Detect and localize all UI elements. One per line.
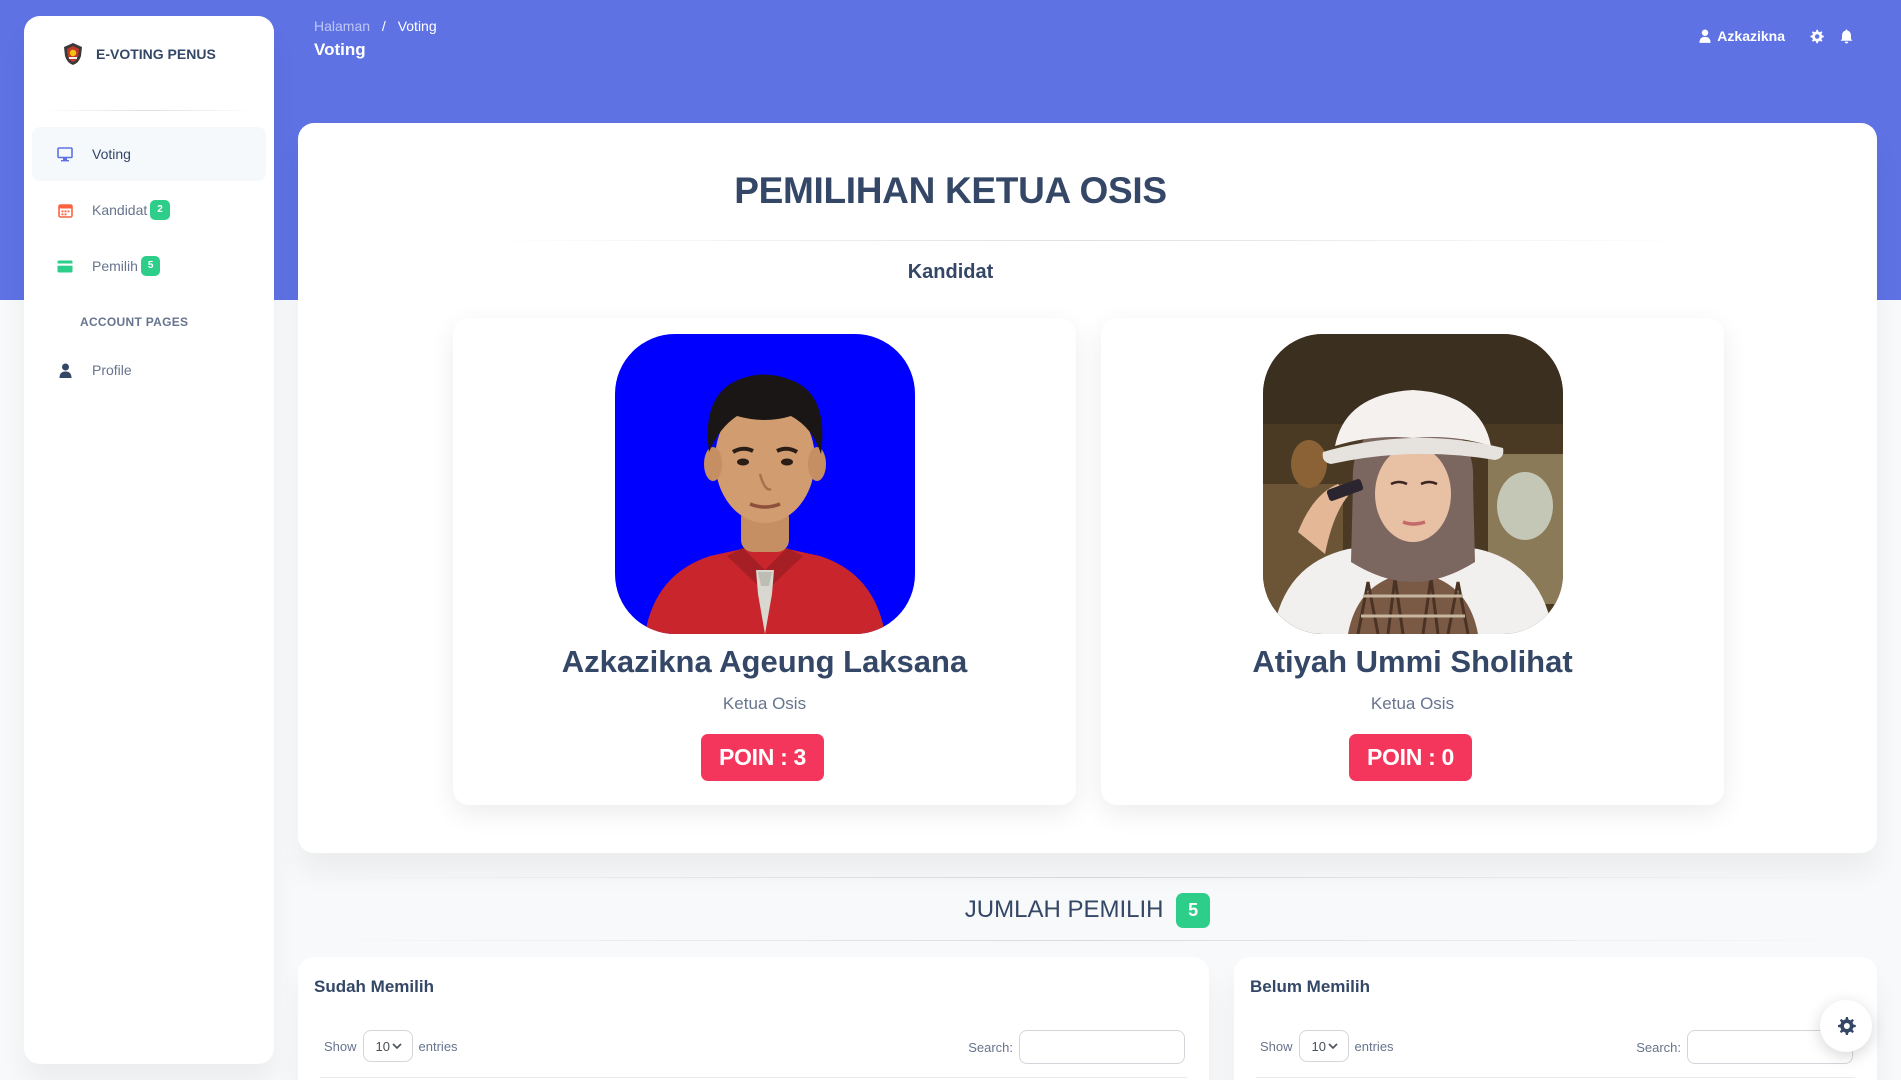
voters-title: JUMLAH PEMILIH: [964, 895, 1164, 923]
sidebar-item-profile[interactable]: Profile: [32, 343, 266, 397]
voters-divider-bottom: [298, 940, 1877, 941]
search-input[interactable]: [1019, 1030, 1185, 1064]
entries-select[interactable]: 10: [1298, 1030, 1349, 1062]
emblem-icon: [64, 43, 82, 65]
candidate-points-badge: POIN : 3: [701, 734, 824, 781]
user-icon: [56, 361, 74, 379]
search-label: Search:: [968, 1039, 1013, 1055]
table-title: Belum Memilih: [1250, 977, 1370, 996]
settings-fab-button[interactable]: [1820, 1000, 1872, 1052]
candidate-card-2[interactable]: Atiyah Ummi Sholihat Ketua Osis POIN : 0: [1101, 318, 1724, 805]
breadcrumb: Halaman / Voting: [314, 18, 437, 34]
breadcrumb-item-halaman[interactable]: Halaman: [314, 18, 370, 34]
entries-label: entries: [1354, 1038, 1394, 1054]
search-label: Search:: [1636, 1039, 1681, 1055]
candidate-name: Azkazikna Ageung Laksana: [561, 644, 968, 679]
sidebar-item-label: Voting: [92, 146, 131, 162]
show-label: Show: [1260, 1038, 1293, 1054]
sidebar-item-label: Profile: [92, 362, 132, 378]
gear-icon[interactable]: [1809, 29, 1824, 44]
entries-length-control: Show 10 entries: [324, 1030, 458, 1062]
search-control: Search:: [968, 1030, 1185, 1064]
candidate-photo: [615, 334, 915, 634]
brand-name: E-VOTING PENUS: [96, 46, 216, 62]
search-control: Search:: [1636, 1030, 1853, 1064]
user-icon: [1699, 29, 1711, 43]
table-header-line: [1256, 1077, 1855, 1078]
entries-length-control: Show 10 entries: [1260, 1030, 1394, 1062]
table-title: Sudah Memilih: [314, 977, 434, 996]
breadcrumb-item-voting: Voting: [397, 18, 437, 34]
gear-icon: [1838, 1017, 1856, 1035]
chevron-down-icon: [1328, 1042, 1338, 1049]
title-divider: [480, 240, 1700, 241]
user-name: Azkazikna: [1717, 28, 1785, 44]
show-label: Show: [324, 1038, 357, 1054]
monitor-icon: [56, 145, 74, 163]
entries-label: entries: [418, 1038, 458, 1054]
account-pages-heading: ACCOUNT PAGES: [80, 315, 189, 329]
user-menu[interactable]: Azkazikna: [1699, 28, 1785, 44]
candidate-role: Ketua Osis: [1370, 694, 1455, 713]
candidate-role: Ketua Osis: [722, 694, 807, 713]
entries-select-value: 10: [375, 1038, 390, 1054]
candidate-card-1[interactable]: Azkazikna Ageung Laksana Ketua Osis POIN…: [453, 318, 1076, 805]
table-header-line: [320, 1077, 1187, 1078]
candidates-heading: Kandidat: [907, 261, 994, 283]
chevron-down-icon: [392, 1042, 402, 1049]
entries-select[interactable]: 10: [362, 1030, 413, 1062]
not-voted-table-card: Belum Memilih Show 10 entries Search:: [1234, 957, 1877, 1080]
brand[interactable]: E-VOTING PENUS: [24, 16, 274, 92]
bell-icon[interactable]: [1840, 29, 1853, 44]
candidate-points-badge: POIN : 0: [1349, 734, 1472, 781]
voted-table-card: Sudah Memilih Show 10 entries Search:: [298, 957, 1209, 1080]
page-title: Voting: [314, 40, 366, 59]
election-title: PEMILIHAN KETUA OSIS: [734, 170, 1167, 211]
header-actions: Azkazikna: [1699, 28, 1861, 44]
voters-heading: JUMLAH PEMILIH 5: [298, 893, 1877, 928]
candidate-name: Atiyah Ummi Sholihat: [1252, 644, 1573, 679]
sidebar-divider: [40, 110, 258, 111]
entries-select-value: 10: [1311, 1038, 1326, 1054]
breadcrumb-separator: /: [381, 18, 386, 34]
voters-divider-top: [298, 877, 1877, 878]
candidate-photo: [1263, 334, 1563, 634]
voters-count-badge: 5: [1176, 893, 1211, 928]
